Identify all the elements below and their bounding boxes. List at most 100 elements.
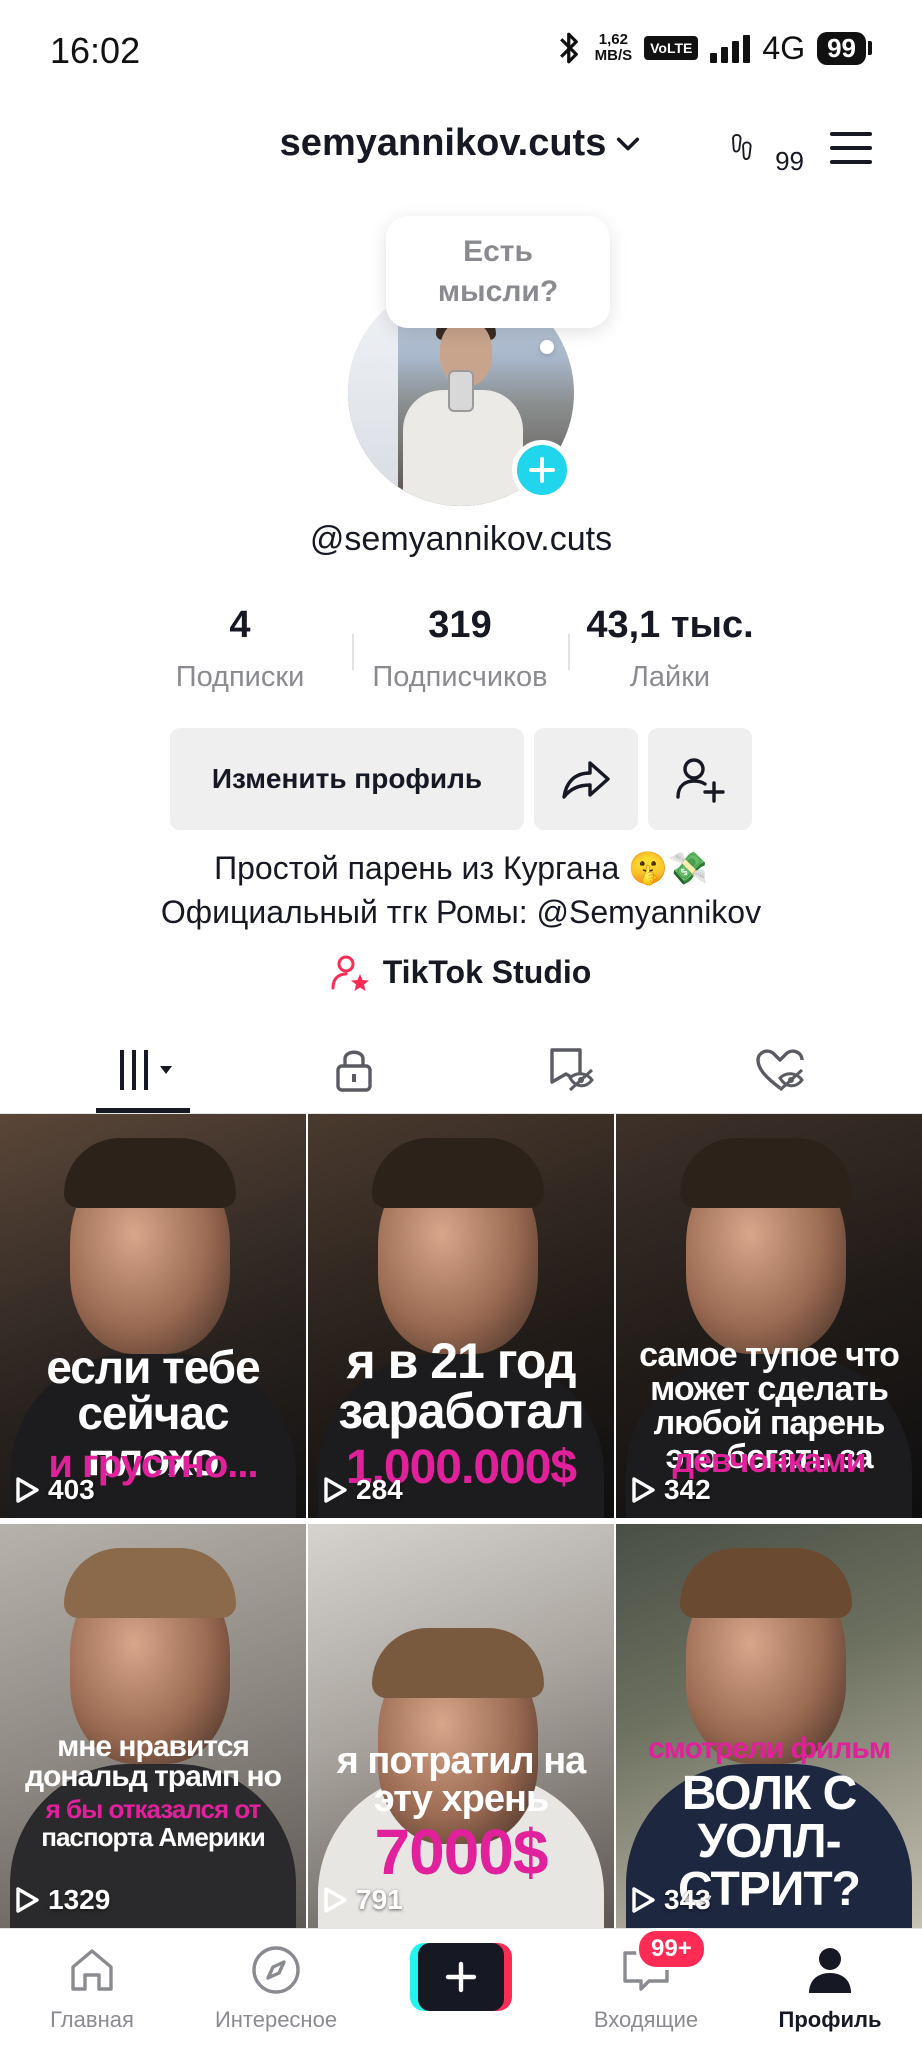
home-icon [71, 1949, 113, 1991]
profile-header: semyannikov.cuts 99 [0, 110, 922, 190]
play-icon [324, 1887, 347, 1913]
likes-count: 43,1 тыс. [586, 604, 754, 646]
tab-private[interactable] [314, 1040, 394, 1100]
profile-bio: Простой парень из Кургана 🤫💸 Официальный… [0, 846, 922, 934]
view-count-value: 403 [48, 1474, 95, 1505]
play-icon [324, 1477, 347, 1503]
thought-bubble[interactable]: Есть мысли? [386, 216, 610, 328]
view-count: 791 [322, 1884, 403, 1916]
plus-icon [529, 457, 555, 483]
nav-profile-label: Профиль [778, 2007, 882, 2032]
inbox-badge: 99+ [636, 1928, 707, 1970]
tab-reposts[interactable] [530, 1040, 610, 1100]
share-profile-button[interactable] [534, 728, 638, 830]
view-count: 284 [322, 1474, 403, 1506]
play-icon [632, 1887, 655, 1913]
active-tab-indicator [96, 1108, 190, 1113]
add-story-button[interactable] [512, 440, 572, 500]
plus-icon [445, 1961, 477, 1993]
bottom-navigation: Главная Интересное Входящие Профиль [0, 1928, 922, 2048]
tab-liked[interactable] [740, 1040, 820, 1100]
view-count: 403 [14, 1474, 95, 1506]
followers-label: Подписчиков [372, 661, 548, 693]
compass-icon [252, 1946, 300, 1994]
status-indicators: 1,62 MB/S VoLTE 4G 99 [557, 28, 872, 68]
menu-icon[interactable] [828, 128, 874, 168]
profile-stats: 4 Подписки 319 Подписчиков 43,1 тыс. Лай… [140, 604, 780, 704]
video-thumbnail[interactable]: смотрели фильм ВОЛК С УОЛЛ-СТРИТ? 343 [616, 1524, 922, 1928]
video-caption-highlight: я бы отказался от [45, 1794, 262, 1824]
volte-badge: VoLTE [644, 36, 699, 60]
video-thumbnail[interactable]: самое тупое что может сделать любой паре… [616, 1114, 922, 1518]
nav-explore-label: Интересное [214, 2007, 338, 2032]
profile-tabs [0, 1030, 922, 1114]
likes-label: Лайки [629, 661, 711, 693]
create-button[interactable] [410, 1943, 512, 2011]
status-time: 16:02 [50, 30, 141, 71]
video-grid: если тебе сейчас плохо и грустно... 403 … [0, 1114, 922, 1928]
username: semyannikov.cuts [279, 122, 607, 164]
play-icon [632, 1477, 655, 1503]
followers-stat[interactable]: 319 Подписчиков [340, 604, 580, 694]
video-thumbnail[interactable]: мне нравится дональд трамп но я бы отказ… [0, 1524, 306, 1928]
nav-explore[interactable]: Интересное [186, 1943, 366, 2033]
tab-videos[interactable] [104, 1040, 194, 1100]
battery-icon: 99 [817, 31, 872, 65]
chevron-down-icon [617, 137, 640, 150]
studio-label: TikTok Studio [382, 953, 592, 990]
video-thumbnail[interactable]: я потратил на эту хрень 7000$ 791 [308, 1524, 614, 1928]
footprints-count: 99 [775, 146, 804, 176]
network-speed-unit: MB/S [594, 47, 633, 64]
view-count-value: 342 [664, 1474, 711, 1505]
view-count-value: 284 [356, 1474, 403, 1505]
video-caption: я потратил на эту хрень [336, 1740, 587, 1820]
play-icon [16, 1887, 39, 1913]
nav-profile[interactable]: Профиль [740, 1943, 920, 2033]
network-speed: 1,62 MB/S [595, 32, 633, 64]
tiktok-studio-link[interactable]: TikTok Studio [0, 952, 922, 992]
video-thumbnail[interactable]: я в 21 год заработал 1.000.000$ 284 [308, 1114, 614, 1518]
studio-user-star-icon [331, 955, 369, 991]
view-count: 1329 [14, 1884, 110, 1916]
view-count: 343 [630, 1884, 711, 1916]
view-count-value: 343 [664, 1884, 711, 1915]
nav-home-label: Главная [50, 2007, 134, 2032]
following-label: Подписки [175, 661, 305, 693]
bio-line[interactable]: Официальный тгк Ромы: @Semyannikov [0, 890, 922, 934]
nav-home[interactable]: Главная [2, 1943, 182, 2033]
following-stat[interactable]: 4 Подписки [140, 604, 340, 694]
video-thumbnail[interactable]: если тебе сейчас плохо и грустно... 403 [0, 1114, 306, 1518]
share-arrow-icon [562, 761, 610, 799]
thought-bubble-tail [540, 340, 554, 354]
view-count: 342 [630, 1474, 711, 1506]
add-user-icon [676, 758, 725, 803]
hidden-tag-icon [550, 1048, 594, 1092]
hidden-heart-icon [756, 1049, 804, 1092]
network-type: 4G [762, 29, 806, 66]
edit-profile-button[interactable]: Изменить профиль [170, 728, 524, 830]
status-bar: 16:02 1,62 MB/S VoLTE 4G 99 [0, 0, 922, 100]
add-friends-button[interactable] [648, 728, 752, 830]
nav-inbox-label: Входящие [593, 2007, 699, 2032]
video-caption: мне нравится дональд трамп но [25, 1730, 282, 1793]
thought-bubble-text: Есть мысли? [437, 235, 559, 308]
followers-count: 319 [428, 604, 492, 646]
play-icon [16, 1477, 39, 1503]
footprints-icon[interactable] [728, 120, 772, 180]
view-count-value: 791 [356, 1884, 403, 1915]
view-count-value: 1329 [48, 1884, 111, 1915]
video-caption-highlight: смотрели фильм [648, 1732, 891, 1765]
signal-icon [710, 33, 751, 63]
video-caption-highlight: девчонками [672, 1442, 866, 1480]
following-count: 4 [229, 604, 251, 646]
bluetooth-icon [559, 32, 578, 64]
profile-icon [809, 1948, 851, 1993]
videos-grid-icon [120, 1050, 172, 1090]
network-speed-value: 1,62 [598, 31, 628, 48]
battery-level: 99 [817, 31, 866, 65]
video-caption: паспорта Америки [41, 1822, 266, 1852]
video-caption-highlight: 7000$ [374, 1816, 549, 1888]
bio-line: Простой парень из Кургана 🤫💸 [214, 850, 708, 886]
lock-icon [336, 1050, 372, 1092]
likes-stat[interactable]: 43,1 тыс. Лайки [570, 604, 770, 694]
